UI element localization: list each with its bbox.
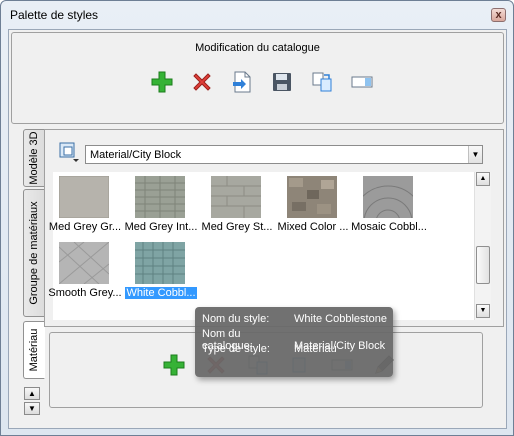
tab-material-group[interactable]: Groupe de matériaux	[23, 189, 45, 317]
catalog-edit-group: Modification du catalogue	[11, 32, 504, 124]
tooltip-key: Nom du style:	[202, 313, 270, 325]
style-thumbnail	[363, 176, 413, 218]
chevron-down-icon: ▼	[28, 404, 36, 413]
save-catalog-button[interactable]	[268, 68, 296, 96]
tab-3d-model[interactable]: Modèle 3D	[23, 129, 45, 187]
style-item-label: Med Grey Int...	[124, 221, 198, 233]
material-panel: Material/City Block ▼ Med Grey Gr... Med…	[44, 129, 504, 327]
import-catalog-button[interactable]	[228, 68, 256, 96]
rename-icon	[351, 76, 373, 88]
copy-catalog-button[interactable]	[308, 68, 336, 96]
scroll-up-button[interactable]: ▲	[476, 172, 490, 186]
close-button[interactable]: x	[491, 8, 506, 22]
tooltip-row-style-type: Type de style: Matériau	[202, 343, 337, 355]
style-list: Med Grey Gr... Med Grey Int... Med Grey …	[48, 172, 491, 320]
tab-material-group-label: Groupe de matériaux	[28, 201, 40, 305]
window-title: Palette de styles	[10, 8, 99, 22]
plus-icon	[163, 354, 185, 376]
rename-catalog-button[interactable]	[348, 68, 376, 96]
tab-material[interactable]: Matériau	[23, 321, 45, 379]
add-style-button[interactable]	[160, 351, 188, 379]
style-item[interactable]: Med Grey St...	[199, 176, 275, 236]
style-palette-window: Palette de styles x Modification du cata…	[0, 0, 514, 436]
style-thumbnail	[59, 242, 109, 284]
style-tooltip: Nom du style: White Cobblestone Nom du ca…	[195, 307, 393, 377]
add-catalog-button[interactable]	[148, 68, 176, 96]
save-icon	[273, 73, 291, 91]
style-list-scrollbar[interactable]: ▲ ▼	[474, 172, 491, 320]
tab-3d-model-label: Modèle 3D	[28, 131, 40, 185]
chevron-up-icon: ▲	[479, 175, 487, 182]
chevron-up-icon: ▲	[28, 389, 36, 398]
catalog-select[interactable]: Material/City Block ▼	[85, 145, 483, 164]
title-bar[interactable]: Palette de styles x	[1, 1, 513, 29]
style-thumbnail	[135, 242, 185, 284]
style-item-label: Mixed Color ...	[277, 221, 349, 233]
style-item-label: Med Grey Gr...	[48, 221, 122, 233]
tooltip-key: Type de style:	[202, 343, 270, 355]
tooltip-value: Matériau	[294, 343, 337, 355]
style-type-tabs: Modèle 3D Groupe de matériaux Matériau	[23, 129, 45, 429]
scroll-thumb[interactable]	[476, 246, 490, 284]
style-item[interactable]: Mixed Color ...	[275, 176, 351, 236]
style-thumbnail	[135, 176, 185, 218]
chevron-down-icon: ▼	[471, 150, 480, 159]
delete-icon	[193, 73, 211, 91]
style-thumbnail	[287, 176, 337, 218]
style-item[interactable]: Smooth Grey...	[47, 242, 123, 302]
tooltip-row-style-name: Nom du style: White Cobblestone	[202, 313, 387, 325]
style-item[interactable]: Med Grey Int...	[123, 176, 199, 236]
catalog-icon	[59, 142, 79, 162]
style-item-label: Med Grey St...	[201, 221, 273, 233]
tab-scroll-up-button[interactable]: ▲	[24, 387, 40, 400]
style-thumbnail	[59, 176, 109, 218]
copy-icon	[312, 72, 332, 92]
style-item-label: Smooth Grey...	[48, 287, 122, 299]
catalog-toolbar	[148, 68, 376, 96]
scroll-down-button[interactable]: ▼	[476, 304, 490, 318]
style-item[interactable]: Mosaic Cobbl...	[351, 176, 427, 236]
delete-catalog-button[interactable]	[188, 68, 216, 96]
style-item[interactable]: Med Grey Gr...	[47, 176, 123, 236]
style-item-selected[interactable]: White Cobbl...	[123, 242, 199, 302]
catalog-edit-caption: Modification du catalogue	[195, 42, 320, 54]
catalog-select-value: Material/City Block	[90, 149, 182, 161]
style-item-label: White Cobbl...	[125, 287, 197, 299]
tab-material-label: Matériau	[28, 328, 40, 372]
tab-scroll-down-button[interactable]: ▼	[24, 402, 40, 415]
plus-icon	[151, 71, 173, 93]
style-thumbnail	[211, 176, 261, 218]
tooltip-value: White Cobblestone	[294, 313, 387, 325]
style-item-label: Mosaic Cobbl...	[351, 221, 427, 233]
import-icon	[233, 71, 251, 93]
catalog-select-dropdown-button[interactable]: ▼	[468, 146, 482, 163]
chevron-down-icon: ▼	[479, 307, 487, 314]
